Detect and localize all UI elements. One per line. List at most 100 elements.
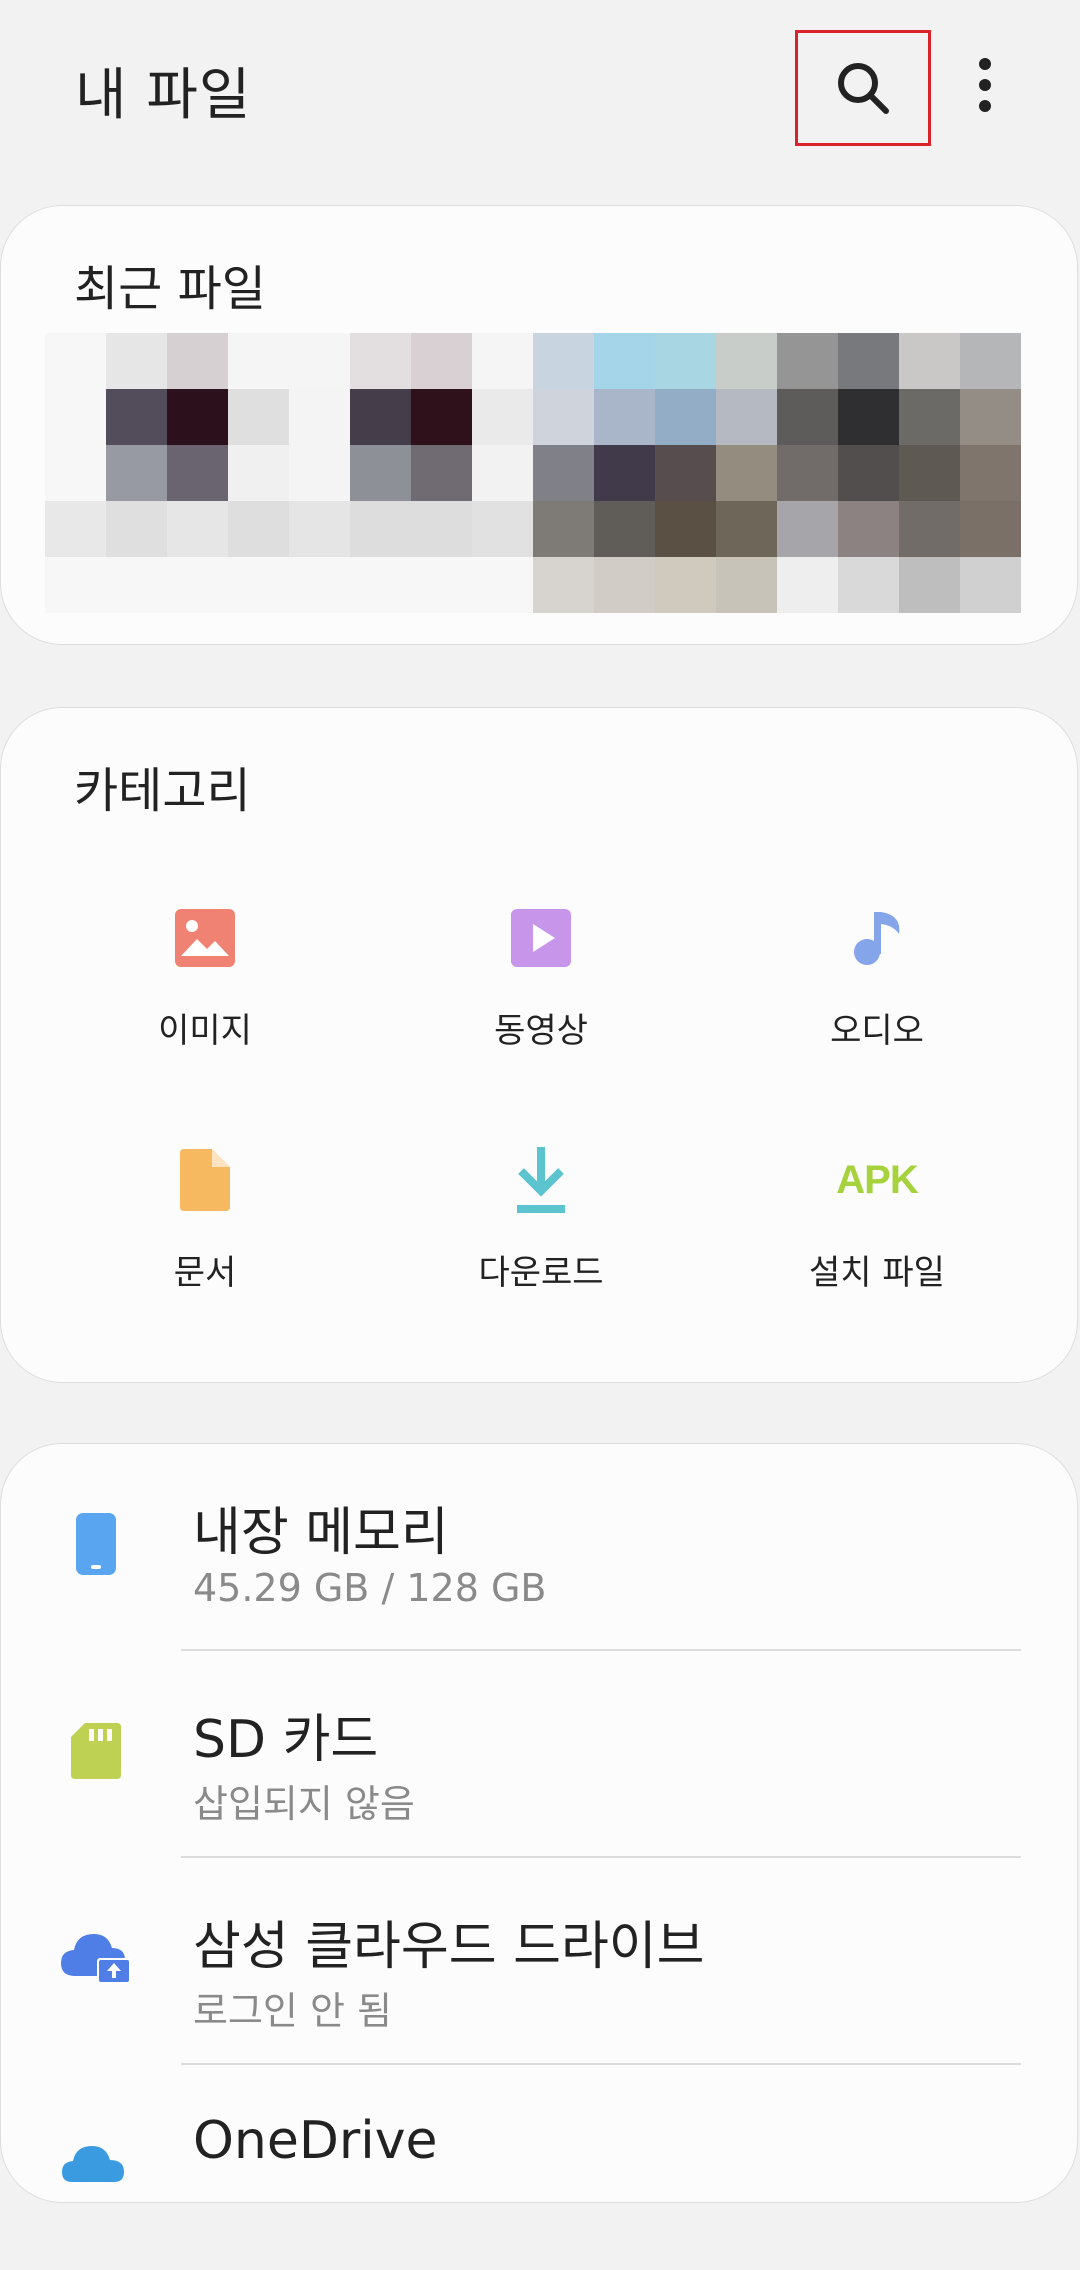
storage-subtitle: 45.29 GB / 128 GB xyxy=(193,1566,547,1610)
more-vert-icon xyxy=(979,58,991,112)
thumbnail-block xyxy=(655,333,716,389)
thumbnail-block xyxy=(289,445,350,501)
thumbnail-block xyxy=(777,333,838,389)
thumbnail-block xyxy=(45,389,106,445)
thumbnail-block xyxy=(960,557,1021,613)
category-label: 동영상 xyxy=(494,1011,588,1051)
thumbnail-block xyxy=(716,389,777,445)
phone-icon xyxy=(61,1504,131,1584)
category-documents[interactable]: 문서 xyxy=(35,1145,375,1325)
thumbnail-block xyxy=(45,557,106,613)
category-installers[interactable]: APK 설치 파일 xyxy=(707,1145,1047,1325)
thumbnail-block xyxy=(45,445,106,501)
thumbnail-block xyxy=(167,333,228,389)
thumbnail-block xyxy=(106,389,167,445)
document-icon xyxy=(170,1145,240,1215)
thumbnail-block xyxy=(167,445,228,501)
category-label: 문서 xyxy=(173,1253,237,1293)
thumbnail-block xyxy=(838,557,899,613)
storage-item-internal[interactable]: 내장 메모리 45.29 GB / 128 GB xyxy=(1,1444,1079,1649)
thumbnail-block xyxy=(899,557,960,613)
thumbnail-block xyxy=(106,557,167,613)
thumbnail-block xyxy=(655,557,716,613)
thumbnail-block xyxy=(228,333,289,389)
thumbnail-block xyxy=(960,445,1021,501)
category-images[interactable]: 이미지 xyxy=(35,903,375,1083)
cloud-upload-icon xyxy=(59,1918,135,1998)
thumbnail-block xyxy=(472,501,533,557)
thumbnail-block xyxy=(167,389,228,445)
thumbnail-block xyxy=(899,501,960,557)
thumbnail-block xyxy=(472,389,533,445)
thumbnail-block xyxy=(899,389,960,445)
search-icon xyxy=(838,63,889,114)
thumbnail-block xyxy=(45,501,106,557)
thumbnail-block xyxy=(716,501,777,557)
thumbnail-block xyxy=(533,501,594,557)
thumbnail-block xyxy=(350,445,411,501)
thumbnail-block xyxy=(45,333,106,389)
category-label: 다운로드 xyxy=(478,1253,604,1293)
thumbnail-block xyxy=(533,389,594,445)
storage-subtitle: 로그인 안 됨 xyxy=(193,1989,392,2033)
thumbnail-block xyxy=(960,501,1021,557)
recent-files-thumbnails[interactable] xyxy=(45,333,1021,613)
storage-item-sd-card[interactable]: SD 카드 삽입되지 않음 xyxy=(1,1651,1079,1856)
thumbnail-block xyxy=(960,389,1021,445)
storage-title: 삼성 클라우드 드라이브 xyxy=(193,1917,705,1977)
page-title: 내 파일 xyxy=(75,63,252,128)
thumbnail-block xyxy=(838,501,899,557)
thumbnail-block xyxy=(411,557,472,613)
category-label: 오디오 xyxy=(830,1011,924,1051)
categories-title: 카테고리 xyxy=(74,763,251,819)
thumbnail-block xyxy=(777,501,838,557)
onedrive-icon xyxy=(61,2123,131,2203)
thumbnail-block xyxy=(289,333,350,389)
category-label: 설치 파일 xyxy=(809,1253,945,1293)
thumbnail-block xyxy=(533,445,594,501)
category-videos[interactable]: 동영상 xyxy=(371,903,711,1083)
category-audio[interactable]: 오디오 xyxy=(707,903,1047,1083)
search-button[interactable] xyxy=(795,30,931,146)
thumbnail-block xyxy=(838,333,899,389)
thumbnail-block xyxy=(167,557,228,613)
image-icon xyxy=(170,903,240,973)
storage-title: OneDrive xyxy=(193,2111,438,2171)
thumbnail-block xyxy=(350,557,411,613)
thumbnail-block xyxy=(899,445,960,501)
thumbnail-block xyxy=(350,501,411,557)
thumbnail-block xyxy=(594,557,655,613)
thumbnail-block xyxy=(594,389,655,445)
thumbnail-block xyxy=(411,445,472,501)
thumbnail-block xyxy=(472,333,533,389)
thumbnail-block xyxy=(777,389,838,445)
thumbnail-block xyxy=(899,333,960,389)
video-icon xyxy=(506,903,576,973)
storage-title: SD 카드 xyxy=(193,1710,379,1770)
thumbnail-block xyxy=(228,389,289,445)
apk-icon: APK xyxy=(836,1157,918,1202)
thumbnail-block xyxy=(716,445,777,501)
thumbnail-block xyxy=(777,557,838,613)
thumbnail-block xyxy=(777,445,838,501)
thumbnail-block xyxy=(411,333,472,389)
storage-item-samsung-cloud[interactable]: 삼성 클라우드 드라이브 로그인 안 됨 xyxy=(1,1858,1079,2063)
storage-title: 내장 메모리 xyxy=(193,1503,449,1563)
categories-card: 카테고리 이미지 동영상 오디오 문서 다운로드 APK 설치 파일 xyxy=(0,707,1078,1383)
sd-card-icon xyxy=(61,1711,131,1791)
thumbnail-block xyxy=(838,389,899,445)
thumbnail-block xyxy=(411,501,472,557)
thumbnail-block xyxy=(350,333,411,389)
thumbnail-block xyxy=(472,557,533,613)
thumbnail-block xyxy=(106,501,167,557)
thumbnail-block xyxy=(594,445,655,501)
category-downloads[interactable]: 다운로드 xyxy=(371,1145,711,1325)
thumbnail-block xyxy=(167,501,228,557)
thumbnail-block xyxy=(838,445,899,501)
thumbnail-block xyxy=(533,333,594,389)
thumbnail-block xyxy=(411,389,472,445)
more-options-button[interactable] xyxy=(955,45,1015,125)
thumbnail-block xyxy=(289,389,350,445)
thumbnail-block xyxy=(228,445,289,501)
thumbnail-block xyxy=(106,445,167,501)
